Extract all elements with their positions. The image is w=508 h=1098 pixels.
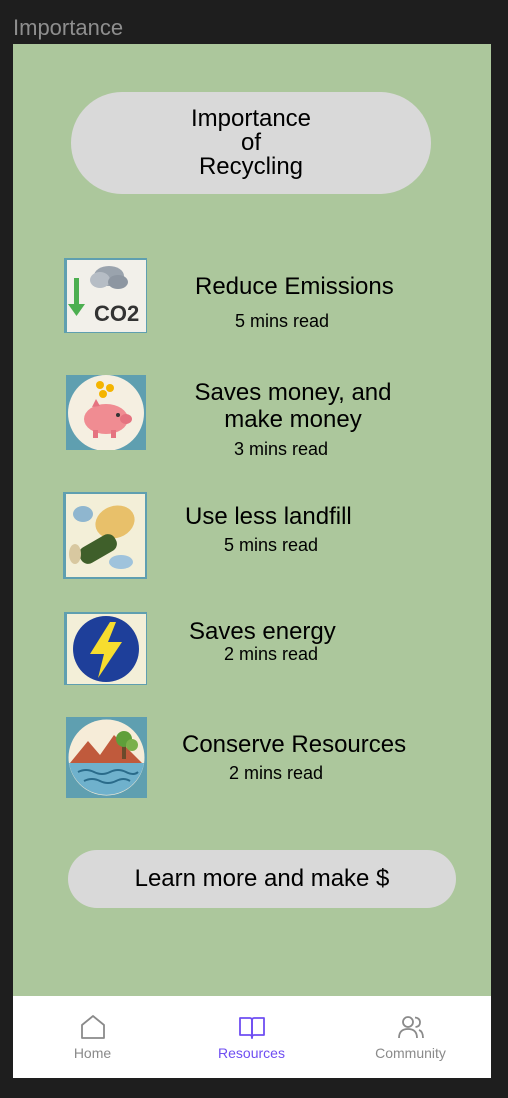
item-title-line-2: make money bbox=[224, 406, 362, 433]
app-screen: Importance of Recycling CO2 Reduce Emiss… bbox=[13, 44, 491, 1078]
item-title: Saves energy bbox=[189, 618, 336, 645]
item-title: Conserve Resources bbox=[182, 731, 407, 758]
nature-landscape-icon bbox=[66, 717, 147, 798]
tab-community[interactable]: Community bbox=[331, 996, 490, 1078]
tab-resources-label: Resources bbox=[218, 1045, 285, 1061]
frame-label: Importance bbox=[13, 15, 124, 40]
tab-community-label: Community bbox=[375, 1045, 446, 1061]
item-read-time: 5 mins read bbox=[224, 535, 319, 555]
item-title: Reduce Emissions bbox=[195, 273, 394, 300]
tab-home[interactable]: Home bbox=[13, 996, 172, 1078]
co2-icon-text: CO2 bbox=[94, 301, 139, 326]
book-icon bbox=[238, 1017, 265, 1039]
item-title: Use less landfill bbox=[185, 503, 352, 530]
page-title: Importance of Recycling bbox=[71, 92, 431, 194]
item-read-time: 3 mins read bbox=[234, 439, 329, 459]
co2-icon: CO2 bbox=[64, 258, 147, 333]
article-item-conserve-resources[interactable]: Conserve Resources 2 mins read bbox=[13, 716, 491, 800]
page-title-line-3: Recycling bbox=[198, 153, 304, 180]
bottom-tab-bar: Home Resources Community bbox=[13, 996, 491, 1078]
article-item-less-landfill[interactable]: Use less landfill 5 mins read bbox=[13, 491, 491, 581]
users-icon bbox=[397, 1016, 424, 1039]
page-title-line-2: of bbox=[240, 129, 261, 156]
landfill-trash-icon bbox=[63, 492, 147, 579]
item-title-line-1: Saves money, and bbox=[194, 379, 392, 406]
article-item-saves-money[interactable]: Saves money, and make money 3 mins read bbox=[13, 374, 491, 459]
item-read-time: 5 mins read bbox=[235, 311, 330, 331]
page-title-line-1: Importance bbox=[190, 105, 312, 132]
article-item-saves-energy[interactable]: Saves energy 2 mins read bbox=[13, 611, 491, 687]
learn-more-button[interactable]: Learn more and make $ bbox=[68, 850, 456, 908]
item-title: Saves money, and make money bbox=[178, 379, 408, 433]
lightning-bolt-icon bbox=[64, 612, 147, 685]
home-icon bbox=[80, 1015, 105, 1039]
item-read-time: 2 mins read bbox=[229, 763, 324, 783]
article-item-reduce-emissions[interactable]: CO2 Reduce Emissions 5 mins read bbox=[13, 258, 491, 338]
tab-home-label: Home bbox=[73, 1045, 112, 1061]
tab-resources[interactable]: Resources bbox=[172, 996, 331, 1078]
item-read-time: 2 mins read bbox=[224, 644, 319, 664]
piggy-bank-icon bbox=[66, 375, 146, 450]
